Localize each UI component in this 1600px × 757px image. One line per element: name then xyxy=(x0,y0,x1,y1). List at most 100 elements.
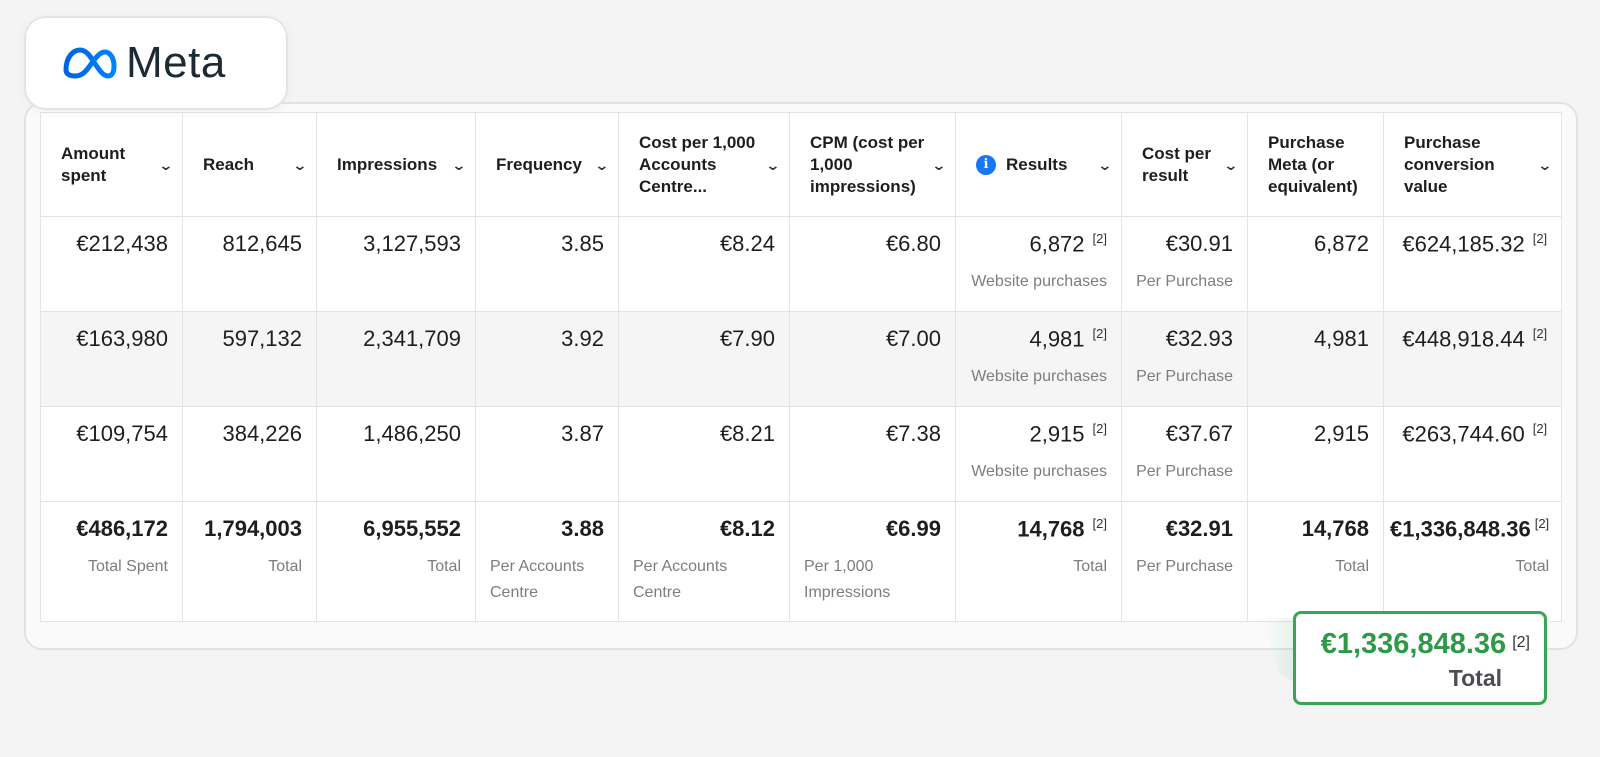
footnote-marker[interactable]: [2] xyxy=(1093,326,1107,341)
column-label: Cost per 1,000 Accounts Centre... xyxy=(639,132,756,196)
chevron-down-icon[interactable]: ⌄ xyxy=(766,154,781,176)
results-value: 6,872 xyxy=(1029,231,1085,257)
column-header-reach[interactable]: Reach ⌄ xyxy=(182,112,317,217)
info-icon[interactable]: i xyxy=(976,154,996,175)
cell-purchase-meta: 4,981 xyxy=(1247,311,1384,407)
footnote-marker[interactable]: [2] xyxy=(1533,231,1547,246)
chevron-down-icon[interactable]: ⌄ xyxy=(293,154,308,176)
column-label: Cost per result xyxy=(1142,143,1211,185)
column-label: Frequency xyxy=(496,154,582,174)
cell-purchase-meta: 2,915 xyxy=(1247,406,1384,502)
total-cpm: €6.99 Per 1,000 Impressions xyxy=(789,501,956,622)
cell-cost-per-1000-accounts: €8.21 xyxy=(618,406,790,502)
footnote-marker: [2] xyxy=(1512,633,1530,651)
cell-impressions: 1,486,250 xyxy=(316,406,476,502)
total-value: 3.88 xyxy=(561,516,604,541)
cell-frequency: 3.87 xyxy=(475,406,619,502)
total-label: Per Purchase xyxy=(1136,558,1233,575)
column-label: Results xyxy=(1006,154,1068,174)
footnote-marker[interactable]: [2] xyxy=(1535,516,1549,531)
chevron-down-icon[interactable]: ⌄ xyxy=(1224,154,1239,176)
table-row[interactable]: €109,754 384,226 1,486,250 3.87 €8.21 €7… xyxy=(40,406,1563,502)
total-purchase-meta: 14,768 Total xyxy=(1247,501,1384,622)
conversion-value: €448,918.44 xyxy=(1402,326,1525,352)
total-frequency: 3.88 Per Accounts Centre xyxy=(475,501,619,622)
results-type-label: Website purchases xyxy=(971,368,1107,386)
total-value: €8.12 xyxy=(719,516,775,541)
column-header-conversion-value[interactable]: Purchase conversion value ⌄ xyxy=(1382,112,1563,217)
cell-impressions: 3,127,593 xyxy=(316,216,476,312)
chevron-down-icon[interactable]: ⌄ xyxy=(452,154,467,176)
cell-frequency: 3.92 xyxy=(475,311,619,407)
total-value: 14,768 xyxy=(1301,516,1369,541)
cell-cost-per-1000-accounts: €8.24 xyxy=(618,216,790,312)
conversion-value: €263,744.60 xyxy=(1402,421,1525,447)
table-row[interactable]: €212,438 812,645 3,127,593 3.85 €8.24 €6… xyxy=(40,216,1563,312)
footnote-marker[interactable]: [2] xyxy=(1533,421,1547,436)
column-label: CPM (cost per 1,000 impressions) xyxy=(810,132,925,196)
column-label: Impressions xyxy=(337,154,438,174)
cell-reach: 384,226 xyxy=(182,406,317,502)
total-conversion-value: €1,336,848.36 [2] Total xyxy=(1382,501,1563,622)
cell-conversion-value: €448,918.44 [2] xyxy=(1382,311,1563,407)
cell-cpm: €7.00 xyxy=(789,311,956,407)
chevron-down-icon[interactable]: ⌄ xyxy=(932,154,947,176)
cell-reach: 597,132 xyxy=(182,311,317,407)
column-header-purchase-meta[interactable]: Purchase Meta (or equivalent) xyxy=(1247,112,1384,217)
total-reach: 1,794,003 Total xyxy=(182,501,317,622)
footnote-marker[interactable]: [2] xyxy=(1093,516,1107,531)
cell-cost-per-1000-accounts: €7.90 xyxy=(618,311,790,407)
chevron-down-icon[interactable]: ⌄ xyxy=(1098,154,1113,176)
total-conversion-callout: €1,336,848.36 [2] Total xyxy=(1293,611,1547,705)
column-header-frequency[interactable]: Frequency ⌄ xyxy=(475,112,619,217)
column-header-cost-per-1000-accounts[interactable]: Cost per 1,000 Accounts Centre... ⌄ xyxy=(618,112,790,217)
total-label: Per 1,000 Impressions xyxy=(804,558,891,601)
chevron-down-icon[interactable]: ⌄ xyxy=(595,154,610,176)
cell-impressions: 2,341,709 xyxy=(316,311,476,407)
chevron-down-icon[interactable]: ⌄ xyxy=(159,154,174,176)
total-label: Total xyxy=(1073,558,1107,576)
column-label: Purchase Meta (or equivalent) xyxy=(1268,132,1358,196)
total-value: 1,794,003 xyxy=(204,516,302,541)
column-header-results[interactable]: i Results ⌄ xyxy=(955,112,1122,217)
cost-per-result-value: €32.93 xyxy=(1165,326,1233,351)
total-value: 14,768 xyxy=(1017,516,1085,542)
footnote-marker[interactable]: [2] xyxy=(1093,231,1107,246)
column-header-cost-per-result[interactable]: Cost per result ⌄ xyxy=(1121,112,1248,217)
cost-per-result-value: €37.67 xyxy=(1165,421,1233,446)
total-impressions: 6,955,552 Total xyxy=(316,501,476,622)
total-value: 6,955,552 xyxy=(363,516,461,541)
total-label: Per Accounts Centre xyxy=(633,558,728,601)
cell-amount-spent: €212,438 xyxy=(40,216,183,312)
cell-results: 2,915 [2] Website purchases xyxy=(955,406,1122,502)
cell-purchase-meta: 6,872 xyxy=(1247,216,1384,312)
total-value: €486,172 xyxy=(76,516,168,541)
callout-label: Total xyxy=(1448,665,1502,691)
header-row: Amount spent ⌄ Reach ⌄ Impressions ⌄ Freque… xyxy=(40,112,1563,217)
total-cost-per-1000-accounts: €8.12 Per Accounts Centre xyxy=(618,501,790,622)
total-label: Total Spent xyxy=(87,558,168,575)
cell-amount-spent: €163,980 xyxy=(40,311,183,407)
column-header-amount-spent[interactable]: Amount spent ⌄ xyxy=(40,112,183,217)
total-cost-per-result: €32.91 Per Purchase xyxy=(1121,501,1248,622)
total-label: Per Accounts Centre xyxy=(490,558,585,601)
cell-results: 4,981 [2] Website purchases xyxy=(955,311,1122,407)
column-header-impressions[interactable]: Impressions ⌄ xyxy=(316,112,476,217)
results-type-label: Website purchases xyxy=(971,273,1107,291)
table-row[interactable]: €163,980 597,132 2,341,709 3.92 €7.90 €7… xyxy=(40,311,1563,407)
callout-value: €1,336,848.36 xyxy=(1320,628,1507,660)
footnote-marker[interactable]: [2] xyxy=(1093,421,1107,436)
ads-report-table: Amount spent ⌄ Reach ⌄ Impressions ⌄ Freque… xyxy=(40,112,1563,622)
cell-results: 6,872 [2] Website purchases xyxy=(955,216,1122,312)
column-label: Purchase conversion value xyxy=(1404,132,1495,196)
total-value: €1,336,848.36 xyxy=(1390,516,1531,542)
total-label: Total xyxy=(268,558,302,575)
cell-cost-per-result: €30.91 Per Purchase xyxy=(1121,216,1248,312)
totals-row: €486,172 Total Spent 1,794,003 Total 6,955… xyxy=(40,501,1563,622)
chevron-down-icon[interactable]: ⌄ xyxy=(1538,154,1553,176)
column-label: Amount spent xyxy=(61,143,126,185)
footnote-marker[interactable]: [2] xyxy=(1533,326,1547,341)
column-header-cpm[interactable]: CPM (cost per 1,000 impressions) ⌄ xyxy=(789,112,956,217)
total-label: Total xyxy=(1515,558,1550,576)
cell-amount-spent: €109,754 xyxy=(40,406,183,502)
